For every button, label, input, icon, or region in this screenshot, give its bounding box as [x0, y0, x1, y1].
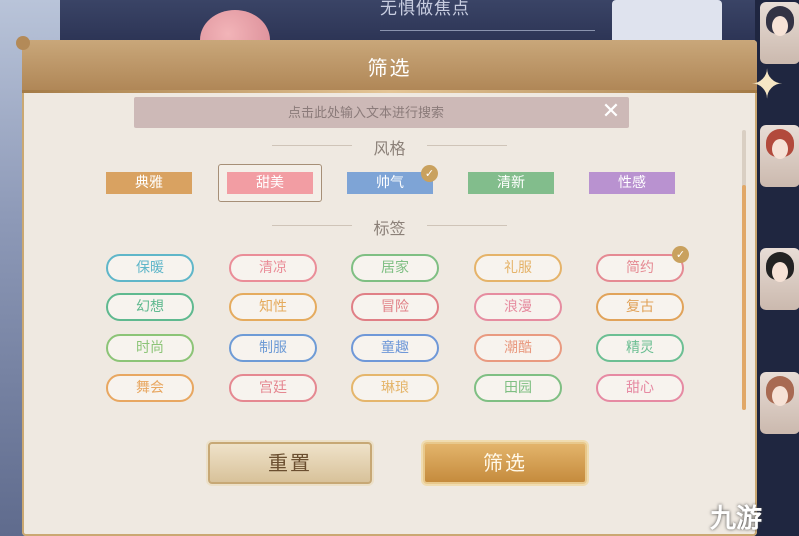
tag-option[interactable]: 保暖 — [106, 254, 194, 282]
background-title: 无惧做焦点 — [380, 0, 470, 19]
tag-option[interactable]: 简约 — [596, 254, 684, 282]
tag-option[interactable]: 礼服 — [474, 254, 562, 282]
character-avatar[interactable] — [760, 125, 799, 187]
tag-option[interactable]: 田园 — [474, 374, 562, 402]
character-avatar[interactable] — [760, 372, 799, 434]
tag-option[interactable]: 制服 — [229, 334, 317, 362]
search-input[interactable] — [134, 97, 598, 130]
style-option[interactable]: 帅气 — [347, 172, 433, 194]
tag-option[interactable]: 甜心 — [596, 374, 684, 402]
style-option[interactable]: 清新 — [468, 172, 554, 194]
check-icon: ✓ — [672, 246, 689, 263]
scrollbar-thumb[interactable] — [742, 185, 746, 410]
reset-button[interactable]: 重置 — [208, 442, 372, 484]
sparkle-star-icon: ✦ — [750, 62, 784, 108]
tag-option[interactable]: 宫廷 — [229, 374, 317, 402]
background-divider — [380, 30, 595, 31]
dialog-title: 筛选 — [367, 56, 412, 80]
check-icon: ✓ — [421, 165, 438, 182]
background-card — [612, 0, 722, 45]
filter-button[interactable]: 筛选 — [423, 442, 587, 484]
tag-option[interactable]: 浪漫 — [474, 293, 562, 321]
style-option[interactable]: 甜美 — [227, 172, 313, 194]
character-avatar[interactable] — [760, 2, 799, 64]
tag-option[interactable]: 时尚 — [106, 334, 194, 362]
style-section-title: 风格 — [373, 139, 406, 158]
header-ornament — [16, 36, 30, 50]
style-option[interactable]: 典雅 — [106, 172, 192, 194]
tag-option[interactable]: 知性 — [229, 293, 317, 321]
search-bar: ✕ — [134, 97, 629, 130]
close-icon[interactable]: ✕ — [599, 100, 623, 124]
tag-option[interactable]: 复古 — [596, 293, 684, 321]
tag-option[interactable]: 居家 — [351, 254, 439, 282]
tag-section-title: 标签 — [373, 219, 406, 238]
watermark: 九游 — [710, 504, 763, 534]
tag-option[interactable]: 潮酷 — [474, 334, 562, 362]
character-avatar[interactable] — [760, 248, 799, 310]
tag-option[interactable]: 童趣 — [351, 334, 439, 362]
style-option[interactable]: 性感 — [589, 172, 675, 194]
tag-option[interactable]: 琳琅 — [351, 374, 439, 402]
tag-option[interactable]: 精灵 — [596, 334, 684, 362]
tag-option[interactable]: 舞会 — [106, 374, 194, 402]
tag-option[interactable]: 清凉 — [229, 254, 317, 282]
dialog-header: 筛选 — [16, 36, 757, 93]
filter-dialog: 筛选 ✦ ✕ 风格 典雅甜美帅气✓清新性感 标签 保暖清凉居家礼服简约✓幻想知性… — [16, 36, 784, 536]
tag-option[interactable]: 冒险 — [351, 293, 439, 321]
tag-option[interactable]: 幻想 — [106, 293, 194, 321]
